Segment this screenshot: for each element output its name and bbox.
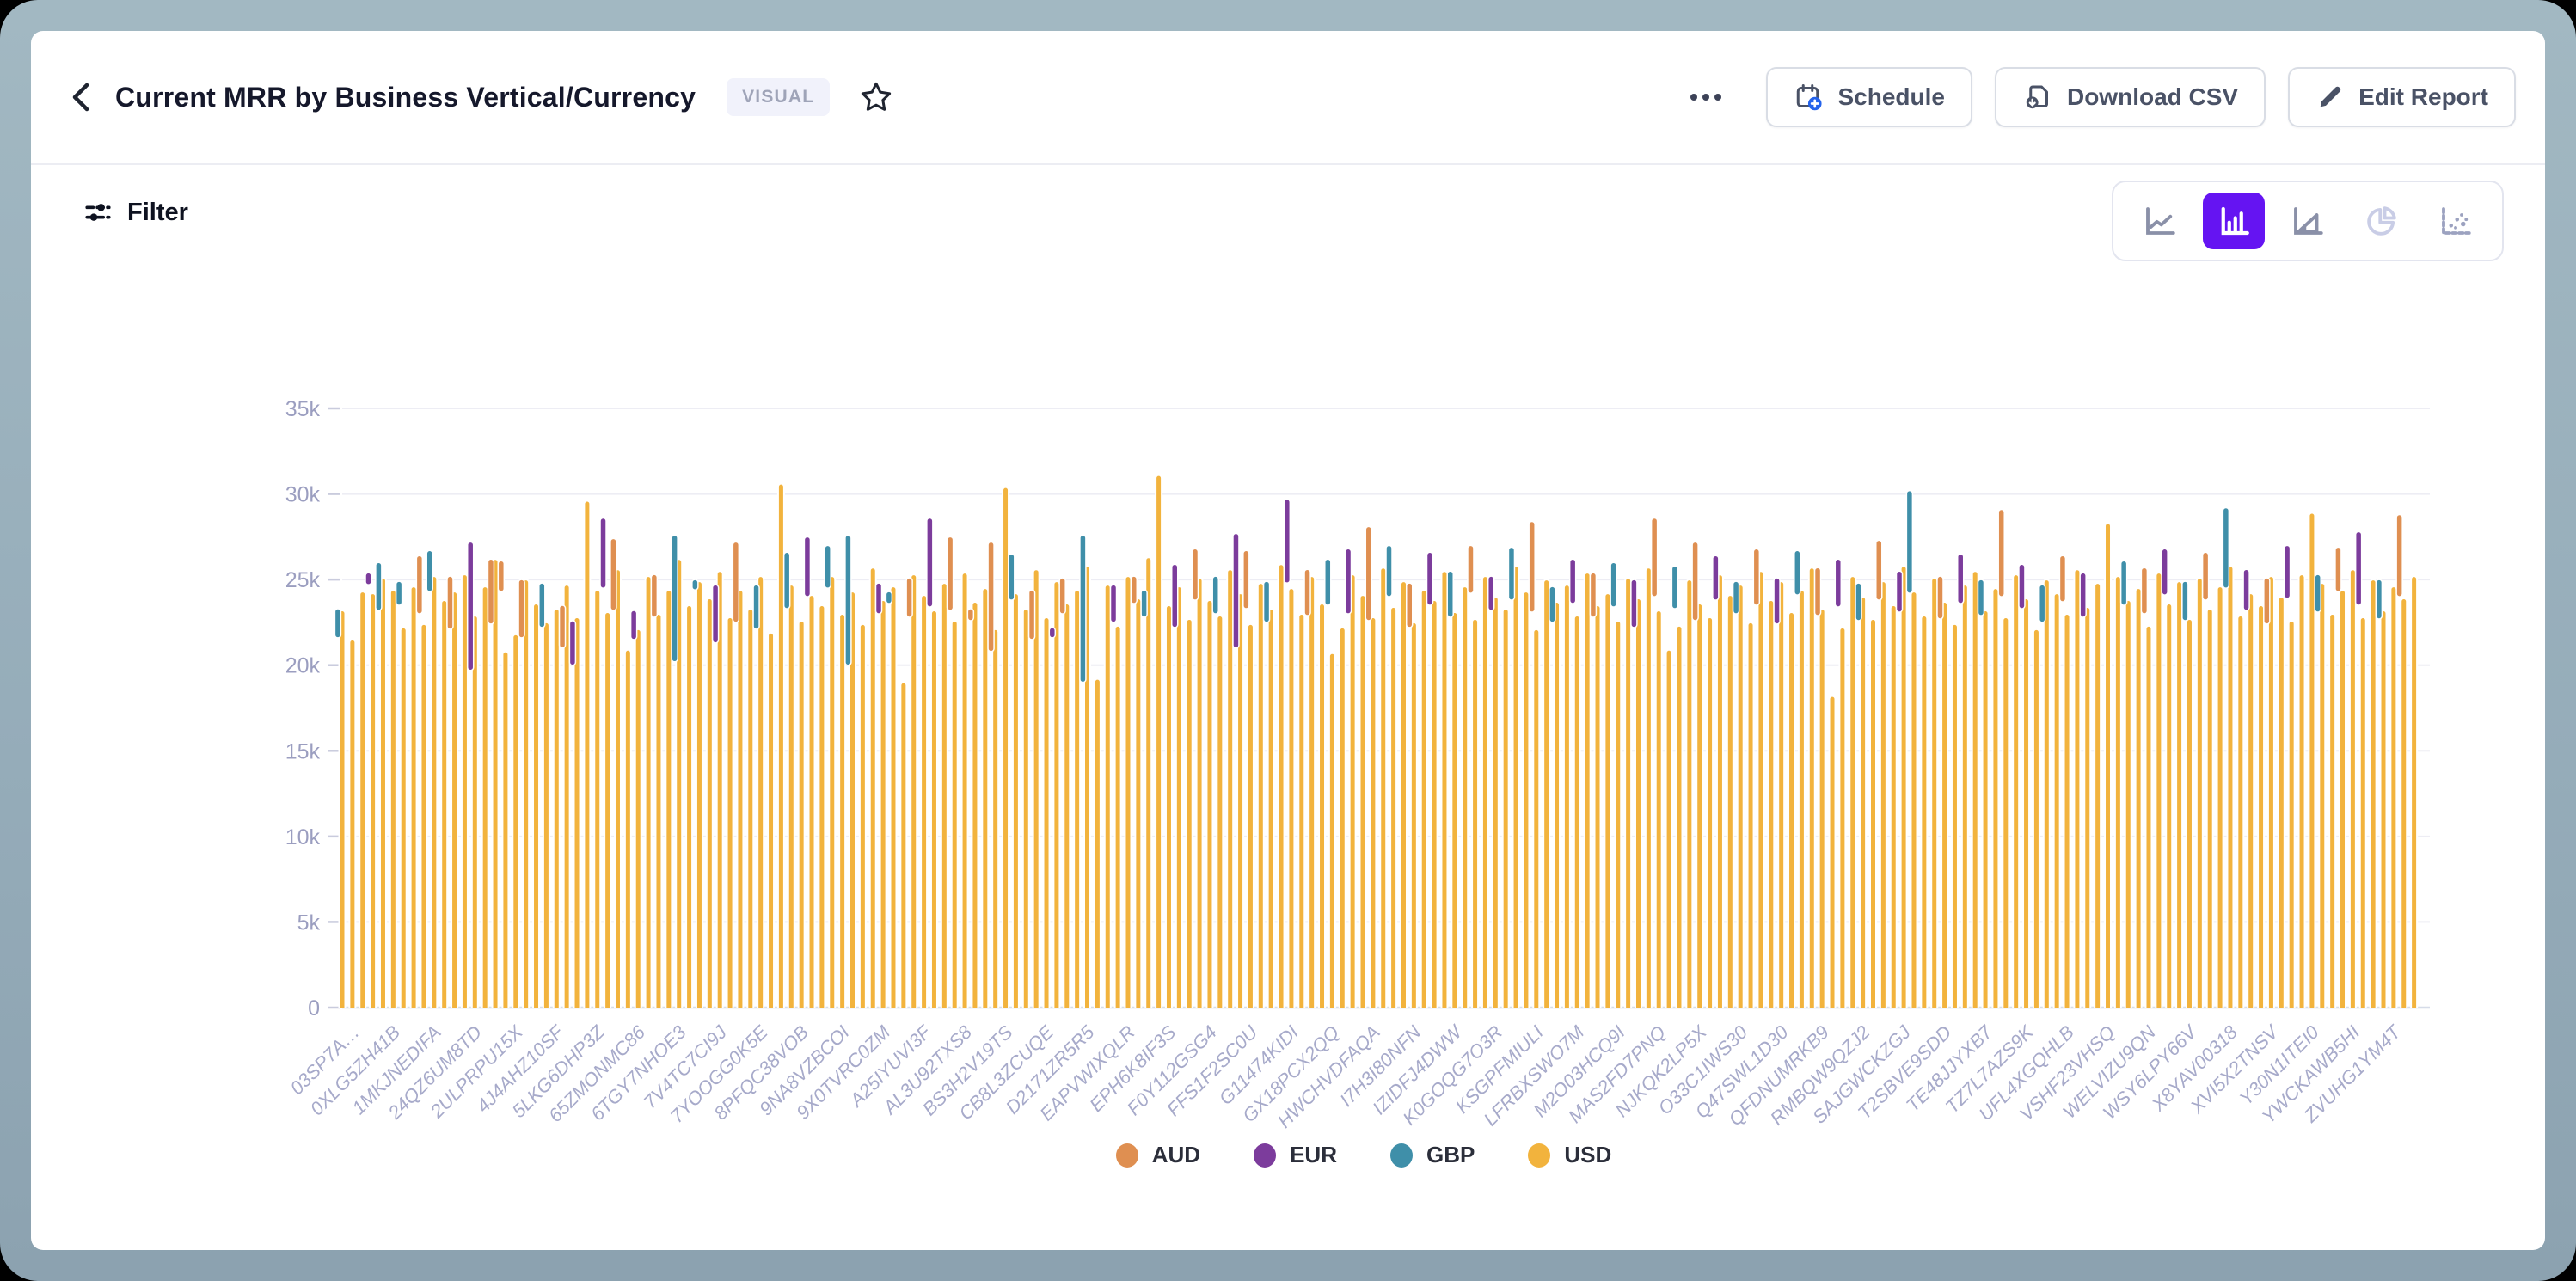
page-title: Current MRR by Business Vertical/Currenc… [115, 82, 696, 113]
dot [1714, 94, 1721, 101]
bar-chart-icon [2216, 203, 2252, 239]
svg-text:20k: 20k [285, 654, 321, 678]
chevron-left-icon [70, 80, 92, 114]
pencil-icon [2315, 83, 2345, 112]
star-icon [859, 80, 893, 114]
x-axis-labels: 03SP7A…0XLG5ZH41B1MKJNEDIFA24QZ6UM8TD2UL… [286, 1020, 2406, 1132]
chart-area: 0 5k 10k 15k 20k 25k 30k 35k 03SP7A…0XLG5ZH41B1M… [246, 370, 2481, 1143]
legend-label-eur: EUR [1290, 1142, 1337, 1168]
filter-label: Filter [127, 199, 188, 227]
chart-type-area[interactable] [2277, 193, 2339, 249]
svg-text:30k: 30k [285, 483, 321, 507]
scatter-plot-icon [2438, 203, 2474, 239]
legend-item-usd[interactable]: USD [1528, 1142, 1611, 1168]
edit-report-label: Edit Report [2358, 83, 2488, 111]
legend-label-aud: AUD [1152, 1142, 1200, 1168]
chart-type-bar-selected[interactable] [2203, 193, 2265, 249]
report-window: Current MRR by Business Vertical/Currenc… [31, 31, 2545, 1250]
svg-text:25k: 25k [285, 568, 321, 592]
download-file-icon [2022, 82, 2053, 113]
filter-button[interactable]: Filter [83, 198, 188, 227]
chart-type-line[interactable] [2129, 193, 2191, 249]
svg-text:10k: 10k [285, 825, 321, 849]
bars-usd [340, 475, 2418, 1013]
legend-item-eur[interactable]: EUR [1254, 1142, 1337, 1168]
legend-item-gbp[interactable]: GBP [1390, 1142, 1475, 1168]
area-chart-icon [2290, 203, 2326, 239]
dot [1702, 94, 1709, 101]
download-csv-button[interactable]: Download CSV [1995, 67, 2266, 127]
chart-toolbar: Filter [31, 165, 2545, 277]
back-button[interactable] [62, 78, 100, 116]
chart-type-pie[interactable] [2351, 193, 2413, 249]
svg-text:5k: 5k [297, 910, 321, 935]
download-csv-label: Download CSV [2067, 83, 2238, 111]
svg-text:15k: 15k [285, 739, 321, 763]
edit-report-button[interactable]: Edit Report [2288, 67, 2516, 127]
window-frame: Current MRR by Business Vertical/Currenc… [0, 0, 2576, 1281]
svg-text:35k: 35k [285, 397, 321, 421]
legend-swatch-usd [1528, 1143, 1550, 1168]
calendar-plus-icon [1794, 82, 1825, 113]
svg-text:0: 0 [308, 996, 320, 1021]
legend-swatch-eur [1254, 1143, 1276, 1168]
chart-type-scatter[interactable] [2425, 193, 2487, 249]
bar-chart-canvas[interactable]: 0 5k 10k 15k 20k 25k 30k 35k 03SP7A…0XLG5ZH41B1M… [246, 370, 2481, 1143]
legend-label-usd: USD [1564, 1142, 1611, 1168]
report-header: Current MRR by Business Vertical/Currenc… [31, 31, 2545, 165]
legend-swatch-gbp [1390, 1143, 1413, 1168]
legend-label-gbp: GBP [1426, 1142, 1475, 1168]
chart-type-switcher [2112, 181, 2504, 261]
filter-sliders-icon [83, 198, 113, 227]
visual-badge: VISUAL [727, 78, 830, 116]
dot [1690, 94, 1697, 101]
favorite-button[interactable] [859, 80, 893, 114]
legend-item-aud[interactable]: AUD [1116, 1142, 1200, 1168]
schedule-label: Schedule [1838, 83, 1945, 111]
legend-swatch-aud [1116, 1143, 1138, 1168]
chart-legend: AUD EUR GBP USD [246, 1142, 2481, 1168]
schedule-button[interactable]: Schedule [1766, 67, 1972, 127]
more-options-button[interactable] [1682, 85, 1730, 109]
pie-chart-icon [2364, 203, 2400, 239]
line-chart-icon [2142, 203, 2178, 239]
